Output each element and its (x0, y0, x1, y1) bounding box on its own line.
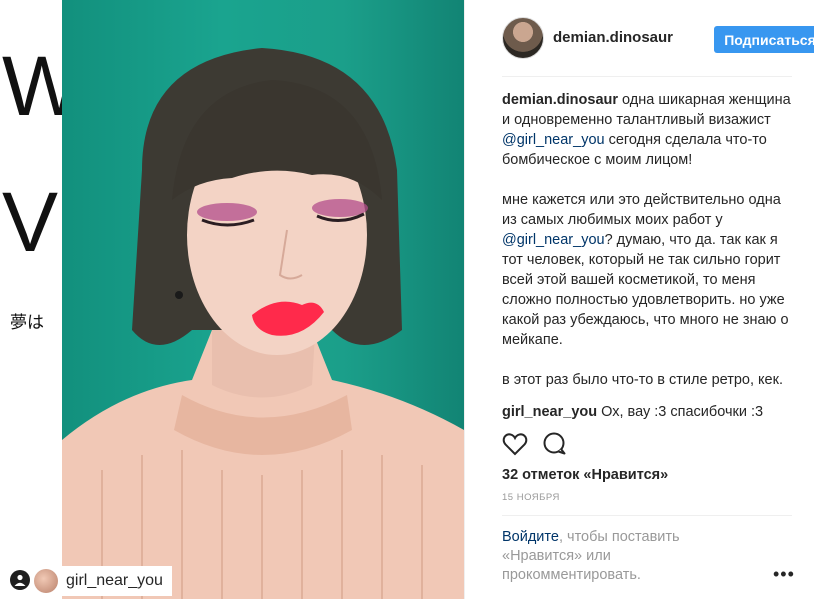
comment-icon[interactable] (542, 432, 568, 461)
caption-paragraph-2: мне кажется или это действительно одна и… (502, 192, 789, 348)
header-divider (502, 76, 792, 77)
follow-button[interactable]: Подписаться (714, 26, 814, 53)
tagged-user-name[interactable]: girl_near_you (66, 572, 163, 590)
post-date: 15 НОЯБРЯ (502, 492, 560, 503)
post-photo[interactable] (62, 0, 464, 599)
author-username[interactable]: demian.dinosaur (553, 29, 673, 46)
post-side-panel: demian.dinosaur Подписаться demian.dinos… (464, 0, 814, 599)
user-tag-icon[interactable] (10, 570, 30, 590)
likes-count[interactable]: 32 отметок «Нравится» (502, 467, 668, 483)
portrait-illustration (62, 48, 464, 599)
heart-icon[interactable] (502, 432, 528, 461)
reply-author[interactable]: girl_near_you (502, 404, 597, 420)
more-options-icon[interactable]: ••• (773, 564, 795, 585)
reply-comment: girl_near_you Ох, вау :3 спасибочки :3 (502, 402, 794, 422)
post-header: demian.dinosaur Подписаться (502, 17, 814, 61)
reply-text: Ох, вау :3 спасибочки :3 (597, 404, 764, 420)
poster-kanji: 夢は (10, 313, 44, 333)
caption-paragraph-1: demian.dinosaur одна шикарная женщина и … (502, 92, 791, 168)
login-link[interactable]: Войдите (502, 529, 559, 545)
comments-list: demian.dinosaur одна шикарная женщина и … (502, 90, 794, 422)
caption-author[interactable]: demian.dinosaur (502, 92, 618, 108)
footer-divider (502, 515, 792, 516)
author-avatar[interactable] (502, 17, 544, 59)
login-prompt: Войдите, чтобы поставить «Нравится» или … (502, 529, 680, 583)
mention-link[interactable]: @girl_near_you (502, 232, 605, 248)
mention-link[interactable]: @girl_near_you (502, 132, 605, 148)
caption-paragraph-3: в этот раз было что-то в стиле ретро, ке… (502, 372, 783, 388)
tagged-user-avatar (34, 569, 58, 593)
